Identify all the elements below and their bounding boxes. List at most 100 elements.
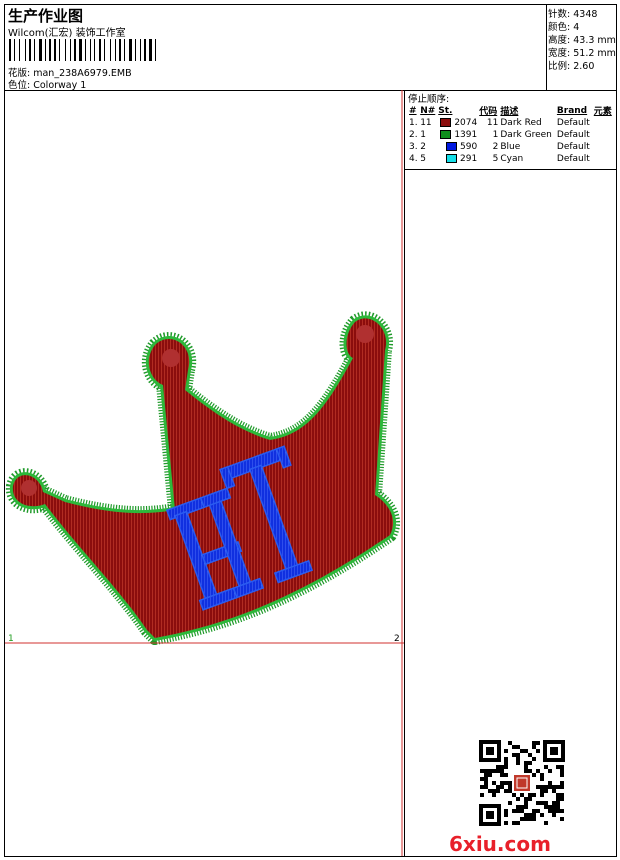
qr-cell xyxy=(524,749,528,753)
qr-cell xyxy=(552,789,556,793)
qr-cell xyxy=(528,797,532,801)
qr-cell xyxy=(552,809,556,813)
table-row: 3. 2 590 2 Blue Default xyxy=(409,142,590,152)
qr-cell xyxy=(552,801,556,805)
qr-cell xyxy=(544,805,548,809)
qr-cell xyxy=(516,745,520,749)
qr-cell xyxy=(532,773,536,777)
qr-cell xyxy=(556,793,560,797)
qr-cell xyxy=(560,773,564,777)
qr-cell xyxy=(516,797,520,801)
barcode-bar xyxy=(79,39,82,61)
qr-cell xyxy=(528,793,532,797)
table-header-row: # N# St. 代码 描述 Brand 元素 xyxy=(408,104,614,118)
qr-cell xyxy=(520,793,524,797)
qr-cell xyxy=(524,813,528,817)
qr-cell xyxy=(556,765,560,769)
orb-left xyxy=(21,480,37,496)
qr-cell xyxy=(520,749,524,753)
qr-cell xyxy=(544,821,548,825)
qr-cell xyxy=(520,817,524,821)
qr-cell xyxy=(536,741,540,745)
qr-cell xyxy=(524,765,528,769)
qr-cell xyxy=(504,749,508,753)
qr-cell xyxy=(556,805,560,809)
color-sequence-panel: 停止顺序: # N# St. 代码 描述 Brand 元素 1. 11 2074 xyxy=(405,90,616,856)
qr-cell xyxy=(512,821,516,825)
seal-icon xyxy=(514,775,530,791)
barcode-bar xyxy=(34,39,35,61)
marker-right: 2 xyxy=(394,634,400,644)
barcode-bar xyxy=(129,39,132,61)
panel-divider xyxy=(405,169,616,170)
qr-cell xyxy=(508,741,512,745)
qr-cell xyxy=(484,781,488,785)
qr-cell xyxy=(540,793,544,797)
qr-cell xyxy=(504,765,508,769)
qr-cell xyxy=(540,773,544,777)
barcode-bar xyxy=(65,39,66,61)
qr-cell xyxy=(496,765,500,769)
barcode-bar xyxy=(140,39,141,61)
qr-cell xyxy=(504,813,508,817)
qr-cell xyxy=(560,785,564,789)
barcode-bar xyxy=(70,39,71,61)
barcode-bar xyxy=(119,39,121,61)
stat-height: 高度: 43.3 mm xyxy=(548,35,616,46)
qr-cell xyxy=(512,809,516,813)
barcode-bar xyxy=(45,39,46,61)
qr-cell xyxy=(544,801,548,805)
qr-cell xyxy=(548,805,552,809)
qr-cell xyxy=(504,821,508,825)
qr-cell xyxy=(560,781,564,785)
barcode-bar xyxy=(124,39,125,61)
qr-cell xyxy=(540,785,544,789)
qr-cell xyxy=(484,773,488,777)
colorway-line: 色位: Colorway 1 xyxy=(8,77,86,91)
qr-cell xyxy=(524,817,528,821)
table-row: 2. 1 1391 1 Dark Green Default xyxy=(409,130,590,140)
orb-right xyxy=(356,325,374,343)
qr-cell xyxy=(540,777,544,781)
qr-cell xyxy=(508,785,512,789)
qr-code xyxy=(479,740,565,826)
barcode-bar xyxy=(14,39,15,61)
col-description: 描述 xyxy=(500,107,519,117)
qr-cell xyxy=(532,809,536,813)
qr-cell xyxy=(544,789,548,793)
qr-cell xyxy=(548,785,552,789)
qr-cell xyxy=(496,785,500,789)
marker-left: 1 xyxy=(8,634,14,644)
qr-cell xyxy=(512,793,516,797)
qr-cell xyxy=(556,809,560,813)
watermark-logo: 6xiu.com xyxy=(449,832,551,856)
color-swatch xyxy=(446,142,458,151)
qr-cell xyxy=(536,801,540,805)
col-index: # xyxy=(409,105,417,116)
barcode-bar xyxy=(9,39,11,61)
qr-cell xyxy=(556,785,560,789)
qr-cell xyxy=(528,753,532,757)
qr-cell xyxy=(500,781,504,785)
qr-cell xyxy=(560,769,564,773)
qr-cell xyxy=(544,765,548,769)
barcode-bar xyxy=(39,39,42,61)
qr-cell xyxy=(492,789,496,793)
qr-cell xyxy=(504,781,508,785)
stat-colors: 颜色: 4 xyxy=(548,22,580,33)
barcode-bar xyxy=(74,39,76,61)
qr-cell xyxy=(528,769,532,773)
qr-cell xyxy=(540,789,544,793)
qr-cell xyxy=(556,797,560,801)
qr-cell xyxy=(524,761,528,765)
qr-cell xyxy=(480,793,484,797)
barcode-bar xyxy=(49,39,51,61)
stat-width: 宽度: 51.2 mm xyxy=(548,48,616,59)
qr-cell xyxy=(548,769,552,773)
header-info: 生产作业图 Wilcom(汇宏) 装饰工作室 花版: man_238A6979.… xyxy=(5,5,547,91)
col-needle: N# xyxy=(420,105,436,116)
qr-cell xyxy=(488,789,492,793)
qr-cell xyxy=(560,793,564,797)
qr-cell xyxy=(532,793,536,797)
qr-cell xyxy=(532,757,536,761)
